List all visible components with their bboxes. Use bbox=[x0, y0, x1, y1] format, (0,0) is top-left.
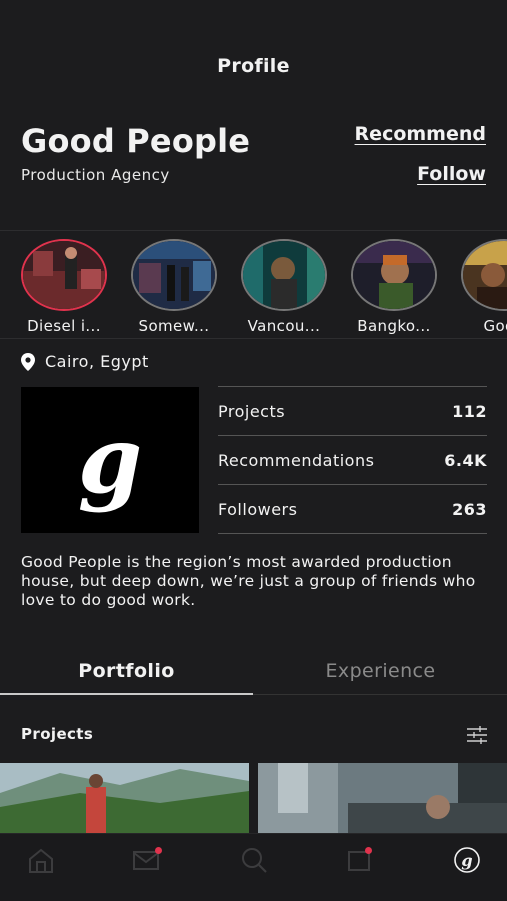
project-thumbnail bbox=[258, 763, 507, 833]
location-row: Cairo, Egypt bbox=[21, 352, 149, 371]
story-item[interactable]: Somew... bbox=[124, 239, 224, 335]
story-label: Bangko... bbox=[357, 317, 431, 335]
stat-value: 112 bbox=[452, 401, 487, 421]
profile-name: Good People bbox=[21, 122, 251, 160]
story-item[interactable]: Diesel i... bbox=[14, 239, 114, 335]
story-thumbnail bbox=[461, 239, 507, 311]
stat-recommendations[interactable]: Recommendations 6.4K bbox=[218, 435, 487, 484]
profile-subtitle: Production Agency bbox=[21, 166, 170, 184]
story-thumbnail bbox=[21, 239, 107, 311]
notification-badge bbox=[155, 847, 162, 854]
story-item[interactable]: Vancou... bbox=[234, 239, 334, 335]
follow-button[interactable]: Follow bbox=[417, 163, 486, 185]
tab-experience[interactable]: Experience bbox=[254, 648, 507, 694]
logo-letter: g bbox=[77, 406, 143, 514]
story-item[interactable]: Bangko... bbox=[344, 239, 444, 335]
stat-value: 263 bbox=[452, 499, 487, 519]
recommend-button[interactable]: Recommend bbox=[355, 123, 486, 145]
header-bar: Profile bbox=[0, 0, 507, 100]
profile-header: Good People Production Agency Recommend … bbox=[0, 100, 507, 231]
stat-label: Followers bbox=[218, 499, 298, 519]
filter-icon[interactable] bbox=[467, 725, 487, 745]
svg-text:g: g bbox=[461, 851, 472, 870]
notifications-nav[interactable] bbox=[346, 846, 374, 874]
stat-projects[interactable]: Projects 112 bbox=[218, 386, 487, 435]
story-thumbnail bbox=[351, 239, 437, 311]
story-thumbnail bbox=[241, 239, 327, 311]
stat-label: Recommendations bbox=[218, 450, 375, 470]
stories-row: Diesel i... Somew... Vancou... Bangko...… bbox=[0, 231, 507, 339]
location-pin-icon bbox=[21, 352, 35, 371]
profile-icon[interactable]: g bbox=[453, 846, 481, 874]
notification-badge bbox=[365, 847, 372, 854]
project-thumbnail bbox=[0, 763, 249, 833]
tab-bar: Portfolio Experience bbox=[0, 648, 507, 695]
search-icon[interactable] bbox=[240, 846, 268, 874]
bottom-navigation: g bbox=[0, 833, 507, 901]
story-label: Vancou... bbox=[247, 317, 321, 335]
story-label: Somew... bbox=[138, 317, 210, 335]
stats-list: Projects 112 Recommendations 6.4K Follow… bbox=[218, 386, 487, 534]
story-item[interactable]: Good bbox=[454, 239, 507, 335]
stat-label: Projects bbox=[218, 401, 286, 421]
home-icon[interactable] bbox=[27, 846, 55, 874]
story-label: Good bbox=[483, 317, 507, 335]
inbox-nav[interactable] bbox=[132, 846, 162, 874]
project-card[interactable] bbox=[0, 763, 249, 833]
page-title: Profile bbox=[217, 55, 290, 77]
section-title: Projects bbox=[21, 725, 94, 743]
stat-value: 6.4K bbox=[444, 450, 487, 470]
project-grid bbox=[0, 763, 507, 833]
profile-bio: Good People is the region’s most awarded… bbox=[21, 553, 476, 609]
project-card[interactable] bbox=[258, 763, 507, 833]
location-text: Cairo, Egypt bbox=[45, 352, 149, 371]
company-logo: g bbox=[21, 387, 199, 533]
projects-section-header: Projects bbox=[0, 705, 507, 761]
story-thumbnail bbox=[131, 239, 217, 311]
tab-portfolio[interactable]: Portfolio bbox=[0, 648, 253, 695]
story-label: Diesel i... bbox=[27, 317, 101, 335]
stat-followers[interactable]: Followers 263 bbox=[218, 484, 487, 534]
